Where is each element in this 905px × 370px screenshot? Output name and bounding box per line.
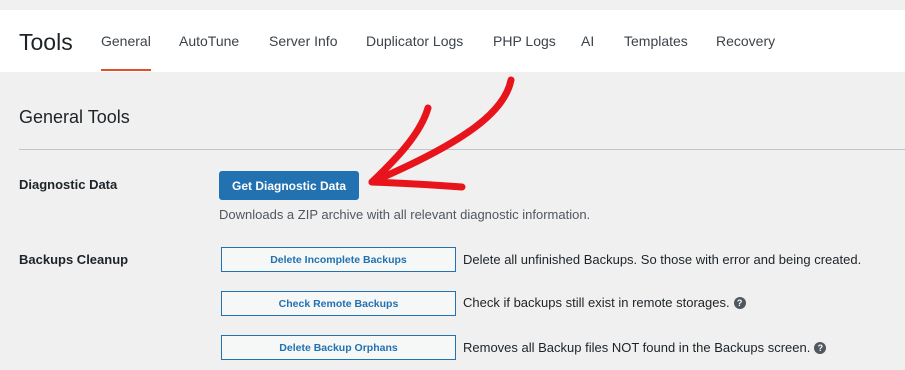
delete-orphans-description: Removes all Backup files NOT found in th… <box>463 340 827 355</box>
delete-backup-orphans-button[interactable]: Delete Backup Orphans <box>221 335 456 360</box>
tab-general[interactable]: General <box>101 33 151 71</box>
tab-autotune[interactable]: AutoTune <box>179 33 239 49</box>
section-divider <box>19 149 905 150</box>
page-header: Tools General AutoTune Server Info Dupli… <box>0 10 905 72</box>
section-title: General Tools <box>19 107 130 127</box>
delete-orphans-description-text: Removes all Backup files NOT found in th… <box>463 340 811 355</box>
help-icon[interactable]: ? <box>733 296 746 309</box>
help-icon[interactable]: ? <box>814 341 827 354</box>
check-remote-description: Check if backups still exist in remote s… <box>463 295 746 310</box>
delete-incomplete-description: Delete all unfinished Backups. So those … <box>463 252 861 267</box>
tab-server-info[interactable]: Server Info <box>269 33 337 49</box>
check-remote-description-text: Check if backups still exist in remote s… <box>463 295 730 310</box>
check-remote-backups-button[interactable]: Check Remote Backups <box>221 291 456 316</box>
tab-duplicator-logs[interactable]: Duplicator Logs <box>366 33 463 49</box>
page-title: Tools <box>19 29 73 55</box>
get-diagnostic-data-button[interactable]: Get Diagnostic Data <box>219 171 359 200</box>
backups-cleanup-label: Backups Cleanup <box>19 252 129 267</box>
tab-ai[interactable]: AI <box>581 33 594 49</box>
diagnostic-description: Downloads a ZIP archive with all relevan… <box>219 207 591 222</box>
tab-php-logs[interactable]: PHP Logs <box>493 33 556 49</box>
top-strip <box>0 0 905 10</box>
tab-templates[interactable]: Templates <box>624 33 688 49</box>
diagnostic-data-label: Diagnostic Data <box>19 177 118 192</box>
tab-recovery[interactable]: Recovery <box>716 33 775 49</box>
delete-incomplete-description-text: Delete all unfinished Backups. So those … <box>463 252 862 267</box>
delete-incomplete-backups-button[interactable]: Delete Incomplete Backups <box>221 247 456 272</box>
